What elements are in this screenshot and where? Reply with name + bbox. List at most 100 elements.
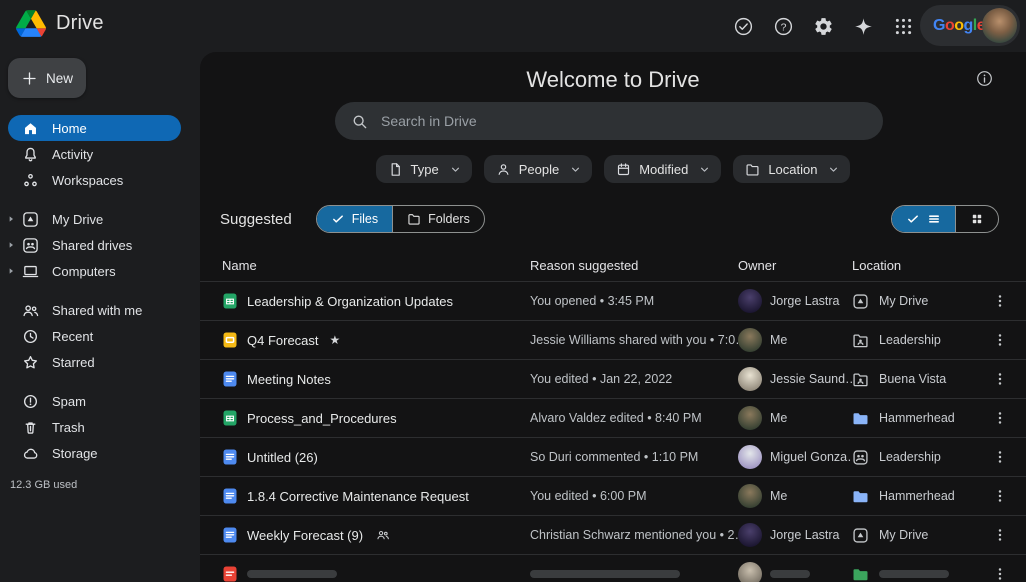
column-header-owner[interactable]: Owner bbox=[738, 258, 852, 273]
sidebar-item-workspaces[interactable]: Workspaces bbox=[8, 167, 181, 193]
sidebar-item-recent[interactable]: Recent bbox=[8, 323, 181, 349]
google-logo-letter: G bbox=[933, 17, 945, 34]
location-cell[interactable]: Buena Vista bbox=[852, 371, 988, 388]
owner-avatar bbox=[738, 562, 762, 582]
location-cell[interactable]: My Drive bbox=[852, 293, 988, 310]
sidebar-item-spam[interactable]: Spam bbox=[8, 388, 181, 414]
file-type-icon-docs bbox=[222, 449, 238, 465]
location-name: Leadership bbox=[879, 333, 941, 347]
row-menu-button[interactable] bbox=[988, 484, 1012, 508]
owner-name: Jessie Saund… bbox=[770, 372, 852, 386]
chevron-right-icon[interactable] bbox=[5, 213, 17, 225]
owner-cell: Jorge Lastra bbox=[738, 289, 852, 313]
more-options-icon bbox=[992, 410, 1009, 427]
table-row[interactable]: Leadership & Organization UpdatesYou ope… bbox=[200, 282, 1026, 321]
table-row[interactable] bbox=[200, 555, 1026, 582]
sidebar-item-shared-drives[interactable]: Shared drives bbox=[8, 232, 181, 258]
search-input[interactable] bbox=[381, 113, 867, 129]
sidebar-item-shared-with-me[interactable]: Shared with me bbox=[8, 297, 181, 323]
owner-avatar bbox=[738, 406, 762, 430]
sidebar-item-starred[interactable]: Starred bbox=[8, 349, 181, 375]
check-icon bbox=[906, 212, 920, 226]
owner-cell: Me bbox=[738, 328, 852, 352]
info-icon[interactable] bbox=[975, 69, 994, 88]
drive-brand[interactable]: Drive bbox=[16, 10, 104, 37]
sidebar-item-label: Computers bbox=[52, 264, 116, 279]
location-name: My Drive bbox=[879, 294, 928, 308]
sidebar-item-trash[interactable]: Trash bbox=[8, 414, 181, 440]
column-header-name[interactable]: Name bbox=[222, 258, 530, 273]
sidebar-item-activity[interactable]: Activity bbox=[8, 141, 181, 167]
row-menu-button[interactable] bbox=[988, 562, 1012, 582]
location-cell[interactable]: Leadership bbox=[852, 449, 988, 466]
owner-avatar bbox=[738, 523, 762, 547]
gemini-sparkle-icon[interactable] bbox=[853, 16, 874, 37]
table-row[interactable]: Q4 Forecast★Jessie Williams shared with … bbox=[200, 321, 1026, 360]
sidebar-item-computers[interactable]: Computers bbox=[8, 258, 181, 284]
google-account-button[interactable]: Google bbox=[920, 5, 1020, 46]
row-menu-button[interactable] bbox=[988, 289, 1012, 313]
reason-suggested-cell: Jessie Williams shared with you • 7:0… bbox=[530, 333, 738, 347]
grid-view-button[interactable] bbox=[955, 206, 998, 232]
table-row[interactable]: Meeting NotesYou edited • Jan 22, 2022Je… bbox=[200, 360, 1026, 399]
user-avatar[interactable] bbox=[982, 8, 1017, 43]
location-name: Buena Vista bbox=[879, 372, 946, 386]
owner-cell: Jorge Lastra bbox=[738, 523, 852, 547]
sidebar-item-my-drive[interactable]: My Drive bbox=[8, 206, 181, 232]
main-panel: Welcome to Drive Type People Modified bbox=[200, 52, 1026, 582]
filter-chip-modified[interactable]: Modified bbox=[604, 155, 721, 183]
location-cell[interactable] bbox=[852, 566, 988, 582]
chevron-right-icon[interactable] bbox=[5, 239, 17, 251]
clipped-text bbox=[530, 570, 680, 578]
location-cell[interactable]: Hammerhead bbox=[852, 410, 988, 427]
row-menu-button[interactable] bbox=[988, 406, 1012, 430]
toggle-files[interactable]: Files bbox=[317, 206, 392, 232]
filter-chip-location[interactable]: Location bbox=[733, 155, 850, 183]
location-cell[interactable]: Hammerhead bbox=[852, 488, 988, 505]
list-view-button[interactable] bbox=[892, 206, 955, 232]
storage-used-label: 12.3 GB used bbox=[10, 479, 200, 491]
drive-logo-icon bbox=[16, 10, 46, 37]
row-menu-button[interactable] bbox=[988, 445, 1012, 469]
table-row[interactable]: Untitled (26)So Duri commented • 1:10 PM… bbox=[200, 438, 1026, 477]
search-bar[interactable] bbox=[335, 102, 883, 140]
chip-label: Location bbox=[768, 162, 817, 177]
chevron-right-icon[interactable] bbox=[5, 265, 17, 277]
column-header-location[interactable]: Location bbox=[852, 258, 988, 273]
suggested-label: Suggested bbox=[220, 211, 292, 228]
help-icon[interactable]: ? bbox=[773, 16, 794, 37]
sidebar-item-storage[interactable]: Storage bbox=[8, 440, 181, 466]
filter-chip-type[interactable]: Type bbox=[376, 155, 472, 183]
file-name-cell: Meeting Notes bbox=[222, 371, 530, 387]
shared-drive-icon bbox=[852, 449, 869, 466]
row-menu-button[interactable] bbox=[988, 367, 1012, 391]
owner-cell: Me bbox=[738, 484, 852, 508]
file-name: Meeting Notes bbox=[247, 372, 331, 387]
row-menu-button[interactable] bbox=[988, 523, 1012, 547]
file-type-icon-sheets bbox=[222, 293, 238, 309]
table-row[interactable]: 1.8.4 Corrective Maintenance RequestYou … bbox=[200, 477, 1026, 516]
chevron-down-icon bbox=[449, 163, 462, 176]
app-title: Drive bbox=[56, 12, 104, 35]
owner-avatar bbox=[738, 484, 762, 508]
toggle-folders[interactable]: Folders bbox=[392, 206, 484, 232]
sidebar-item-label: My Drive bbox=[52, 212, 103, 227]
laptop-icon bbox=[22, 263, 39, 280]
list-view-icon bbox=[927, 212, 941, 226]
filter-chip-people[interactable]: People bbox=[484, 155, 592, 183]
table-row[interactable]: Process_and_ProceduresAlvaro Valdez edit… bbox=[200, 399, 1026, 438]
location-cell[interactable]: My Drive bbox=[852, 527, 988, 544]
offline-status-icon[interactable] bbox=[733, 16, 754, 37]
settings-gear-icon[interactable] bbox=[813, 16, 834, 37]
workspaces-icon bbox=[22, 172, 39, 189]
new-button[interactable]: New bbox=[8, 58, 86, 98]
sidebar-item-home[interactable]: Home bbox=[8, 115, 181, 141]
google-drive-app: Drive ? Google New Home bbox=[0, 0, 1026, 582]
reason-suggested-cell: Christian Schwarz mentioned you • 2… bbox=[530, 528, 738, 542]
row-menu-button[interactable] bbox=[988, 328, 1012, 352]
table-row[interactable]: Weekly Forecast (9)Christian Schwarz men… bbox=[200, 516, 1026, 555]
shared-drives-icon bbox=[22, 237, 39, 254]
google-apps-grid-icon[interactable] bbox=[893, 16, 914, 37]
column-header-reason[interactable]: Reason suggested bbox=[530, 258, 738, 273]
location-cell[interactable]: Leadership bbox=[852, 332, 988, 349]
